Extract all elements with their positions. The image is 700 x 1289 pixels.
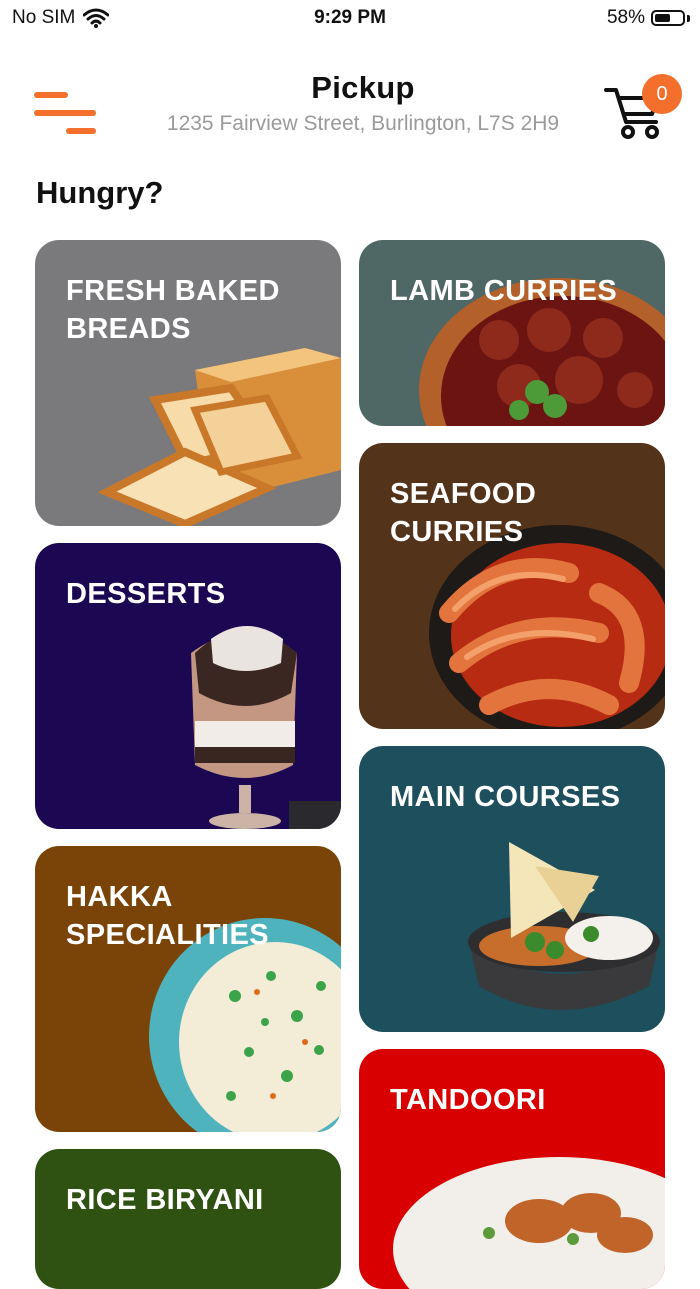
- lamb-curry-image: [419, 278, 665, 426]
- category-card-seafood-curries[interactable]: SEAFOOD CURRIES: [359, 443, 665, 729]
- category-card-lamb-curries[interactable]: LAMB CURRIES: [359, 240, 665, 426]
- menu-button[interactable]: [32, 76, 96, 134]
- category-label: DESSERTS: [66, 578, 226, 610]
- page-title: Pickup: [311, 70, 415, 105]
- battery-tip: [687, 14, 690, 22]
- category-label: RICE BIRYANI: [66, 1184, 264, 1216]
- battery-icon: [651, 10, 685, 26]
- category-card-desserts[interactable]: DESSERTS: [35, 543, 341, 829]
- battery-percent: 58%: [606, 7, 645, 28]
- category-card-fresh-baked-breads[interactable]: FRESH BAKED BREADS: [35, 240, 341, 526]
- clock: 9:29 PM: [314, 7, 386, 28]
- app-header: Pickup 1235 Fairview Street, Burlington,…: [0, 60, 700, 150]
- category-card-tandoori[interactable]: TANDOORI: [359, 1049, 665, 1289]
- category-card-hakka-specialities[interactable]: HAKKA SPECIALITIES: [35, 846, 341, 1132]
- category-label: LAMB CURRIES: [390, 275, 618, 307]
- category-label: SEAFOOD CURRIES: [390, 478, 537, 548]
- pickup-address[interactable]: 1235 Fairview Street, Burlington, L7S 2H…: [130, 112, 596, 136]
- cart-button[interactable]: 0: [604, 70, 684, 140]
- category-card-main-courses[interactable]: MAIN COURSES: [359, 746, 665, 1032]
- category-label: TANDOORI: [390, 1084, 546, 1116]
- biryani-image: [35, 1149, 341, 1289]
- section-heading: Hungry?: [36, 175, 164, 210]
- status-bar: No SIM 9:29 PM 58%: [0, 0, 700, 36]
- category-card-rice-biryani[interactable]: RICE BIRYANI: [35, 1149, 341, 1289]
- cart-count-badge: 0: [642, 74, 682, 114]
- category-label: FRESH BAKED BREADS: [66, 275, 280, 345]
- category-label: MAIN COURSES: [390, 781, 621, 813]
- category-label: HAKKA SPECIALITIES: [66, 881, 269, 951]
- battery-status: 58%: [607, 7, 690, 29]
